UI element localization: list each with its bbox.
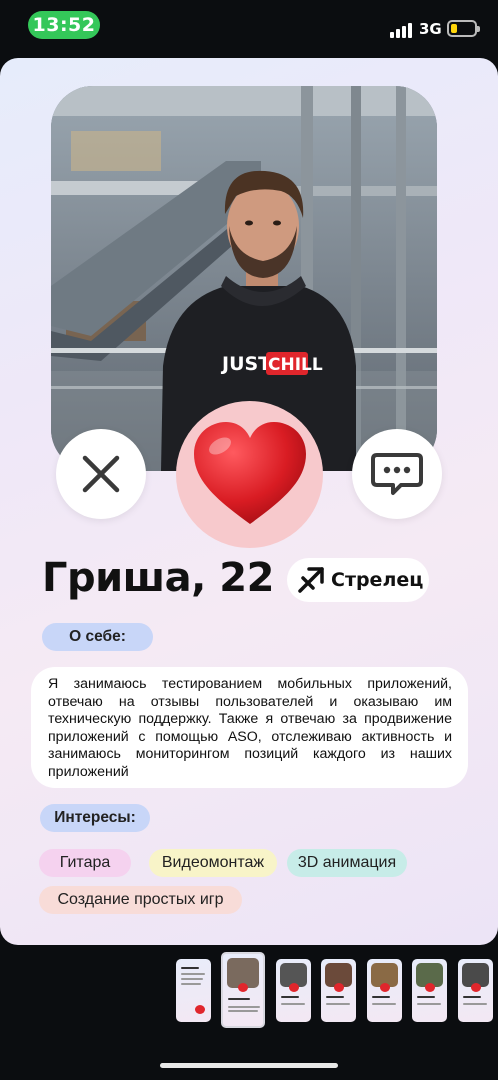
battery-level bbox=[451, 24, 457, 33]
about-label: О себе: bbox=[42, 623, 153, 651]
interests-label: Интересы: bbox=[40, 804, 150, 832]
heart-icon bbox=[193, 421, 306, 524]
zodiac-badge: Стрелец bbox=[287, 558, 429, 602]
like-button[interactable] bbox=[176, 401, 323, 548]
interest-tag-video-editing: Видеомонтаж bbox=[149, 849, 277, 877]
shirt-text-chill: CHILL bbox=[268, 355, 323, 375]
cellular-signal-icon bbox=[390, 22, 414, 38]
sagittarius-icon bbox=[298, 567, 324, 593]
thumbnail-5[interactable] bbox=[367, 959, 402, 1022]
chat-icon bbox=[371, 453, 423, 495]
home-indicator[interactable] bbox=[160, 1063, 338, 1068]
status-bar: 13:52 3G bbox=[0, 0, 498, 56]
shirt-text-just: JUST bbox=[220, 353, 271, 375]
close-icon bbox=[82, 455, 120, 493]
bio-text: Я занимаюсь тестированием мобильных прил… bbox=[31, 667, 468, 788]
profile-name-age: Гриша, 22 bbox=[42, 555, 274, 601]
thumbnail-strip bbox=[0, 952, 498, 1032]
interest-tag-guitar: Гитара bbox=[39, 849, 131, 877]
interest-tag-simple-games: Создание простых игр bbox=[39, 886, 242, 914]
thumbnail-3[interactable] bbox=[276, 959, 311, 1022]
thumbnail-2-selected[interactable] bbox=[221, 952, 265, 1028]
status-time: 13:52 bbox=[28, 11, 100, 39]
network-type: 3G bbox=[419, 20, 442, 38]
thumbnail-1[interactable] bbox=[176, 959, 211, 1022]
screen: 13:52 3G JUST CHILL Гриша, 22 Стрелец О … bbox=[0, 0, 498, 1080]
thumbnail-6[interactable] bbox=[412, 959, 447, 1022]
profile-card[interactable]: JUST CHILL Гриша, 22 Стрелец О себе: Я з… bbox=[0, 58, 498, 945]
message-button[interactable] bbox=[352, 429, 442, 519]
thumbnail-4[interactable] bbox=[321, 959, 356, 1022]
dislike-button[interactable] bbox=[56, 429, 146, 519]
interest-tag-3d-animation: 3D анимация bbox=[287, 849, 407, 877]
zodiac-label: Стрелец bbox=[331, 569, 424, 591]
thumbnail-7[interactable] bbox=[458, 959, 493, 1022]
battery-icon bbox=[447, 20, 480, 37]
